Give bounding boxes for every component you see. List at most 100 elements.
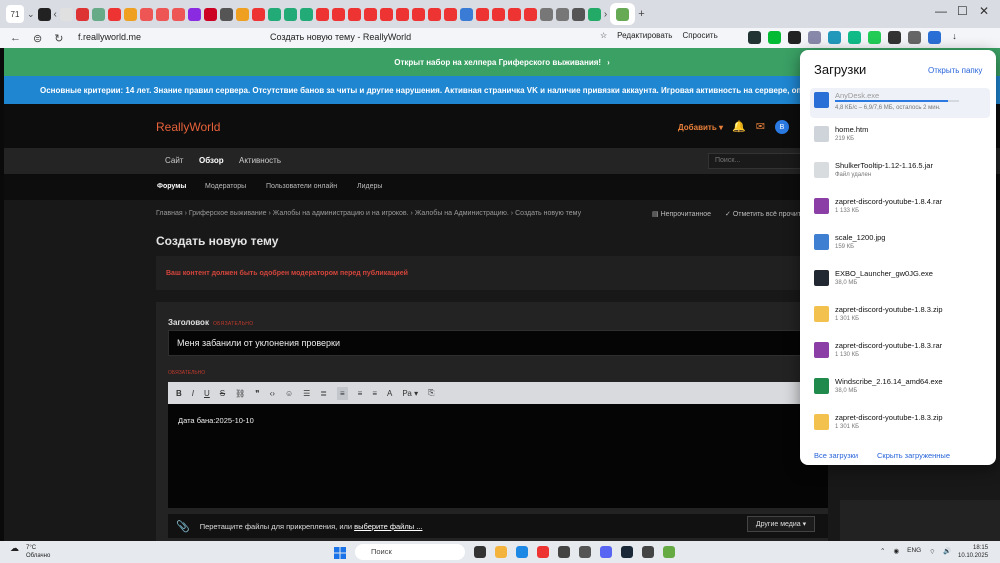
clock[interactable]: 18:15 10.10.2025 xyxy=(958,544,988,560)
file-explorer-icon[interactable] xyxy=(495,546,507,558)
download-item[interactable]: zapret-discord-youtube-1.8.3.zip 1 301 КБ xyxy=(810,302,990,332)
app-icon[interactable] xyxy=(579,546,591,558)
bullet-list-icon[interactable]: ☰ xyxy=(303,389,310,398)
tab-favicon[interactable] xyxy=(587,7,601,21)
font-size-icon[interactable]: Ра ▾ xyxy=(402,389,418,398)
mail-icon[interactable]: ✉ xyxy=(756,120,765,134)
minecraft-icon[interactable] xyxy=(663,546,675,558)
all-downloads-link[interactable]: Все загрузки xyxy=(814,451,858,460)
tab-favicon[interactable] xyxy=(507,7,521,21)
tab-favicon[interactable] xyxy=(379,7,393,21)
subnav-moderators[interactable]: Модераторы xyxy=(205,183,246,190)
tab-favicon[interactable] xyxy=(347,7,361,21)
extension-icon[interactable] xyxy=(848,31,861,44)
subnav-online-users[interactable]: Пользователи онлайн xyxy=(266,183,337,190)
download-item[interactable]: EXBO_Launcher_gw0JG.exe 38,0 МБ xyxy=(810,266,990,296)
language-indicator[interactable]: ENG xyxy=(907,547,921,556)
close-window-button[interactable]: ✕ xyxy=(979,4,989,18)
windows-start-icon[interactable] xyxy=(334,546,346,559)
link-icon[interactable]: ⛓ xyxy=(235,389,245,398)
bold-icon[interactable]: B xyxy=(176,389,182,398)
tab-favicon[interactable] xyxy=(299,7,313,21)
tab-favicon[interactable] xyxy=(395,7,409,21)
site-logo[interactable]: ReallyWorld xyxy=(156,120,220,134)
align-right-icon[interactable]: ≡ xyxy=(372,389,377,398)
weather-widget[interactable]: ☁ 7°C Облачно xyxy=(10,544,50,560)
quote-icon[interactable]: ❞ xyxy=(255,389,259,398)
breadcrumb-item[interactable]: Жалобы на Администрацию. xyxy=(415,210,509,217)
tab-favicon[interactable] xyxy=(539,7,553,21)
draft-icon[interactable]: ⎘ xyxy=(428,388,434,398)
tab-favicon[interactable] xyxy=(59,7,73,21)
tab-favicon[interactable] xyxy=(219,7,233,21)
tab-favicon[interactable] xyxy=(267,7,281,21)
tab-favicon[interactable] xyxy=(315,7,329,21)
tab-favicon[interactable] xyxy=(459,7,473,21)
extension-icon[interactable] xyxy=(828,31,841,44)
nav-home[interactable]: Сайт xyxy=(165,156,183,165)
wifi-icon[interactable]: ⌔ xyxy=(929,547,935,556)
back-arrow-icon[interactable]: ← xyxy=(10,32,21,45)
maximize-button[interactable]: ☐ xyxy=(957,4,968,18)
tabs-menu-chevron-icon[interactable]: ⌄ xyxy=(27,9,35,20)
tab-favicon[interactable] xyxy=(37,7,51,21)
download-item[interactable]: scale_1200.jpg 159 КБ xyxy=(810,230,990,260)
bell-icon[interactable]: 🔔 xyxy=(732,120,746,134)
extension-icon[interactable] xyxy=(888,31,901,44)
breadcrumb-item[interactable]: Главная xyxy=(156,210,183,217)
avatar[interactable]: В xyxy=(774,120,789,134)
download-item[interactable]: Windscribe_2.16.14_amd64.exe 38,0 МБ xyxy=(810,374,990,404)
underline-icon[interactable]: U xyxy=(204,389,210,398)
message-editor[interactable]: Дата бана:2025-10-10 xyxy=(168,404,828,508)
tab-favicon[interactable] xyxy=(235,7,249,21)
strikethrough-icon[interactable]: S xyxy=(220,389,225,398)
download-item[interactable]: zapret-discord-youtube-1.8.3.zip 1 301 КБ xyxy=(810,410,990,440)
yandex-shield-icon[interactable]: ⊜ xyxy=(33,32,42,45)
tab-favicon[interactable] xyxy=(363,7,377,21)
tabs-scroll-left-icon[interactable]: ‹ xyxy=(54,9,57,20)
extension-icon[interactable] xyxy=(788,31,801,44)
other-media-button[interactable]: Другие медиа ▾ xyxy=(747,516,815,532)
download-item[interactable]: ShulkerTooltip-1.12-1.16.5.jar Файл удале… xyxy=(810,158,990,188)
unread-link[interactable]: ▤ Непрочитанное xyxy=(652,210,711,218)
tab-favicon[interactable] xyxy=(555,7,569,21)
extension-icon[interactable] xyxy=(748,31,761,44)
tray-chevron-icon[interactable]: ⌃ xyxy=(880,547,885,556)
reload-icon[interactable]: ↻ xyxy=(54,32,63,45)
yandex-browser-icon[interactable] xyxy=(537,546,549,558)
bookmark-icon[interactable]: ☆ xyxy=(600,31,607,40)
downloads-toolbar-icon[interactable] xyxy=(928,31,941,44)
numbered-list-icon[interactable]: ≣ xyxy=(320,389,327,398)
tab-favicon[interactable] xyxy=(139,7,153,21)
align-left-icon[interactable]: ≡ xyxy=(336,386,348,400)
task-view-icon[interactable] xyxy=(474,546,486,558)
align-center-icon[interactable]: ≡ xyxy=(358,389,363,398)
tab-favicon[interactable] xyxy=(123,7,137,21)
editor-button[interactable]: Редактировать xyxy=(617,31,672,40)
breadcrumb-item[interactable]: Жалобы на администрацию и на игроков. xyxy=(273,210,409,217)
tab-favicon[interactable] xyxy=(107,7,121,21)
thread-title-input[interactable]: Меня забанили от уклонения проверки xyxy=(168,330,818,356)
tab-favicon[interactable] xyxy=(203,7,217,21)
extension-icon[interactable] xyxy=(768,31,781,44)
open-folder-link[interactable]: Открыть папку xyxy=(928,66,982,75)
tab-favicon[interactable] xyxy=(491,7,505,21)
steam-icon[interactable] xyxy=(621,546,633,558)
tab-favicon[interactable] xyxy=(411,7,425,21)
download-item[interactable]: zapret-discord-youtube-1.8.3.rar 1 130 КБ xyxy=(810,338,990,368)
text-color-icon[interactable]: A xyxy=(387,389,392,398)
tab-favicon[interactable] xyxy=(187,7,201,21)
code-icon[interactable]: ‹› xyxy=(270,389,275,398)
search-input[interactable]: Поиск... xyxy=(708,153,804,169)
new-tab-plus-icon[interactable]: + xyxy=(638,8,644,20)
emoji-icon[interactable]: ☺ xyxy=(285,389,293,398)
edge-icon[interactable] xyxy=(516,546,528,558)
subnav-leaders[interactable]: Лидеры xyxy=(357,183,382,190)
choose-files-link[interactable]: выберите файлы ... xyxy=(354,522,422,531)
tab-count-badge[interactable]: 71 xyxy=(6,5,24,23)
tab-favicon[interactable] xyxy=(283,7,297,21)
tab-favicon[interactable] xyxy=(571,7,585,21)
download-item[interactable]: zapret-discord-youtube-1.8.4.rar 1 133 КБ xyxy=(810,194,990,224)
tab-favicon[interactable] xyxy=(171,7,185,21)
extension-icon[interactable] xyxy=(868,31,881,44)
